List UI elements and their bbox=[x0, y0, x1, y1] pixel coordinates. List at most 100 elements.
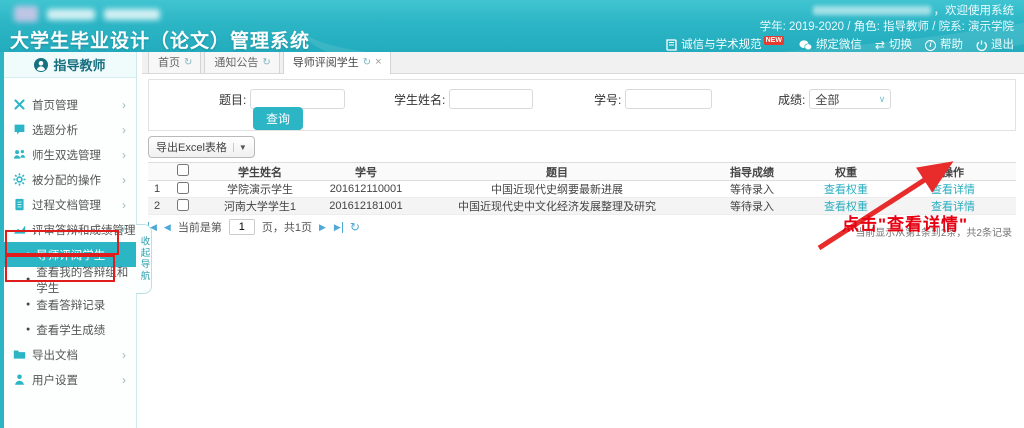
page-label-suffix: 页，共1页 bbox=[262, 219, 312, 235]
wechat-icon bbox=[799, 40, 812, 51]
document-icon bbox=[13, 198, 26, 211]
score-select[interactable]: 全部 ∨ bbox=[809, 89, 891, 109]
chevron-right-icon: › bbox=[122, 348, 126, 362]
chevron-right-icon: › bbox=[122, 123, 126, 137]
logout-link[interactable]: 退出 bbox=[976, 37, 1014, 52]
chevron-right-icon: › bbox=[122, 173, 126, 187]
col-student-id: 学号 bbox=[320, 163, 412, 181]
student-name-input[interactable] bbox=[449, 89, 533, 109]
tab-notices[interactable]: 通知公告 ↻ bbox=[204, 50, 279, 73]
switch-role-link[interactable]: ⇄ 切换 bbox=[875, 37, 912, 52]
tab-home[interactable]: 首页 ↻ bbox=[148, 50, 201, 73]
sidebar-subitem-defense-records[interactable]: ● 查看答辩记录 bbox=[4, 292, 136, 317]
row-number: 2 bbox=[148, 198, 166, 215]
refresh-icon[interactable]: ↻ bbox=[350, 220, 360, 234]
sidebar-subitem-student-grades[interactable]: ● 查看学生成绩 bbox=[4, 317, 136, 342]
filter-title-group: 题目: bbox=[219, 89, 345, 109]
prev-page-button[interactable]: ◀ bbox=[164, 222, 171, 233]
next-page-button[interactable]: ▶ bbox=[319, 222, 326, 233]
view-details-link[interactable]: 查看详情 bbox=[931, 201, 975, 213]
chevron-right-icon: › bbox=[122, 98, 126, 112]
tab-refresh-icon[interactable]: ↻ bbox=[262, 57, 270, 68]
tab-refresh-icon[interactable]: ↻ bbox=[363, 57, 371, 68]
chevron-right-icon: › bbox=[122, 373, 126, 387]
student-id: 201612181001 bbox=[320, 198, 412, 215]
col-title: 题目 bbox=[412, 163, 702, 181]
guidance-score: 等待录入 bbox=[702, 198, 802, 215]
header-nav: 诚信与学术规范 NEW 绑定微信 ⇄ 切换 i 帮助 退出 bbox=[666, 37, 1014, 52]
header-user-area: ，欢迎使用系统 学年: 2019-2020 / 角色: 指导教师 / 院系: 演… bbox=[666, 3, 1014, 52]
tab-tutor-review-students[interactable]: 导师评阅学生 ↻ × bbox=[283, 50, 391, 74]
sidebar-item-assigned-operations[interactable]: 被分配的操作 › bbox=[4, 167, 136, 192]
student-id-label: 学号: bbox=[594, 91, 621, 108]
sidebar-item-topic-analysis[interactable]: 选题分析 › bbox=[4, 117, 136, 142]
sidebar-item-process-documents[interactable]: 过程文档管理 › bbox=[4, 192, 136, 217]
help-link[interactable]: i 帮助 bbox=[925, 37, 963, 52]
content-area: 题目: 学生姓名: 学号: 成绩: 全部 ∨ bbox=[142, 74, 1024, 235]
title-input[interactable] bbox=[250, 89, 345, 109]
caret-down-icon: ▼ bbox=[233, 143, 247, 152]
welcome-text: ，欢迎使用系统 bbox=[934, 5, 1015, 17]
bind-wechat-link[interactable]: 绑定微信 bbox=[799, 37, 862, 52]
sidebar-item-homepage[interactable]: 首页管理 › bbox=[4, 92, 136, 117]
filter-name-group: 学生姓名: bbox=[394, 89, 533, 109]
chevron-down-icon: ∨ bbox=[119, 224, 126, 235]
record-count-info: 当前显示从第1条到2条，共2条记录 bbox=[855, 224, 1012, 239]
export-excel-button[interactable]: 导出Excel表格 ▼ bbox=[148, 136, 255, 158]
page-input[interactable] bbox=[229, 219, 255, 235]
select-all-checkbox[interactable] bbox=[177, 164, 189, 176]
col-student-name: 学生姓名 bbox=[200, 163, 320, 181]
chart-icon bbox=[13, 223, 26, 236]
filter-sid-group: 学号: bbox=[594, 89, 712, 109]
page-label-prefix: 当前是第 bbox=[178, 219, 222, 235]
filter-score-group: 成绩: 全部 ∨ bbox=[778, 89, 891, 109]
col-guidance-score: 指导成绩 bbox=[702, 163, 802, 181]
row-checkbox[interactable] bbox=[177, 182, 189, 194]
role-label: 指导教师 bbox=[53, 55, 105, 74]
sidebar: 指导教师 首页管理 › 选题分析 › 师生双选管理 › 被分配的操作 › bbox=[0, 52, 137, 428]
integrity-link[interactable]: 诚信与学术规范 NEW bbox=[666, 37, 786, 52]
folder-icon bbox=[13, 348, 26, 361]
app-window: 大学生毕业设计（论文）管理系统 ，欢迎使用系统 学年: 2019-2020 / … bbox=[0, 0, 1024, 428]
welcome-line: ，欢迎使用系统 bbox=[666, 3, 1014, 19]
search-button[interactable]: 查询 bbox=[253, 107, 303, 130]
chevron-right-icon: › bbox=[122, 198, 126, 212]
tab-refresh-icon[interactable]: ↻ bbox=[184, 57, 192, 68]
thesis-title: 中国近现代史纲要最新进展 bbox=[412, 181, 702, 198]
student-name-label: 学生姓名: bbox=[394, 91, 445, 108]
sidebar-menu: 首页管理 › 选题分析 › 师生双选管理 › 被分配的操作 › 过程文档管理 bbox=[4, 92, 136, 392]
tools-icon bbox=[13, 98, 26, 111]
book-icon bbox=[666, 39, 677, 51]
sidebar-role-header: 指导教师 bbox=[4, 52, 136, 78]
sidebar-subitem-my-defense-group[interactable]: ● 查看我的答辩组和学生 bbox=[4, 267, 136, 292]
bullet-icon: ● bbox=[26, 276, 30, 283]
collapse-nav-toggle[interactable]: 收起导航 bbox=[136, 224, 152, 294]
table-row: 2 河南大学学生1 201612181001 中国近现代史中文化经济发展整理及研… bbox=[148, 198, 1016, 215]
logo-mark bbox=[14, 6, 38, 22]
last-page-button[interactable]: ▶ bbox=[333, 222, 343, 233]
logo-text-blur bbox=[104, 9, 160, 20]
thesis-title: 中国近现代史中文化经济发展整理及研究 bbox=[412, 198, 702, 215]
sidebar-item-review-defense-grades[interactable]: 评审答辩和成绩管理 ∨ bbox=[4, 217, 136, 242]
session-meta: 学年: 2019-2020 / 角色: 指导教师 / 院系: 演示学院 bbox=[666, 19, 1014, 35]
page-title: 大学生毕业设计（论文）管理系统 bbox=[10, 26, 310, 52]
sidebar-item-user-settings[interactable]: 用户设置 › bbox=[4, 367, 136, 392]
switch-icon: ⇄ bbox=[875, 40, 885, 51]
app-header: 大学生毕业设计（论文）管理系统 ，欢迎使用系统 学年: 2019-2020 / … bbox=[0, 0, 1024, 52]
view-weight-link[interactable]: 查看权重 bbox=[824, 201, 868, 213]
power-icon bbox=[976, 40, 987, 51]
bullet-icon: ● bbox=[26, 301, 30, 308]
table-row: 1 学院演示学生 201612110001 中国近现代史纲要最新进展 等待录入 … bbox=[148, 181, 1016, 198]
student-id-input[interactable] bbox=[625, 89, 712, 109]
sidebar-item-export-documents[interactable]: 导出文档 › bbox=[4, 342, 136, 367]
row-number: 1 bbox=[148, 181, 166, 198]
row-checkbox[interactable] bbox=[177, 199, 189, 211]
view-details-link[interactable]: 查看详情 bbox=[931, 184, 975, 196]
view-weight-link[interactable]: 查看权重 bbox=[824, 184, 868, 196]
score-label: 成绩: bbox=[778, 91, 805, 108]
username-blur bbox=[813, 6, 931, 15]
tab-close-icon[interactable]: × bbox=[375, 56, 381, 68]
sidebar-item-mutual-selection[interactable]: 师生双选管理 › bbox=[4, 142, 136, 167]
bullet-icon: ● bbox=[26, 326, 30, 333]
gear-icon bbox=[13, 173, 26, 186]
